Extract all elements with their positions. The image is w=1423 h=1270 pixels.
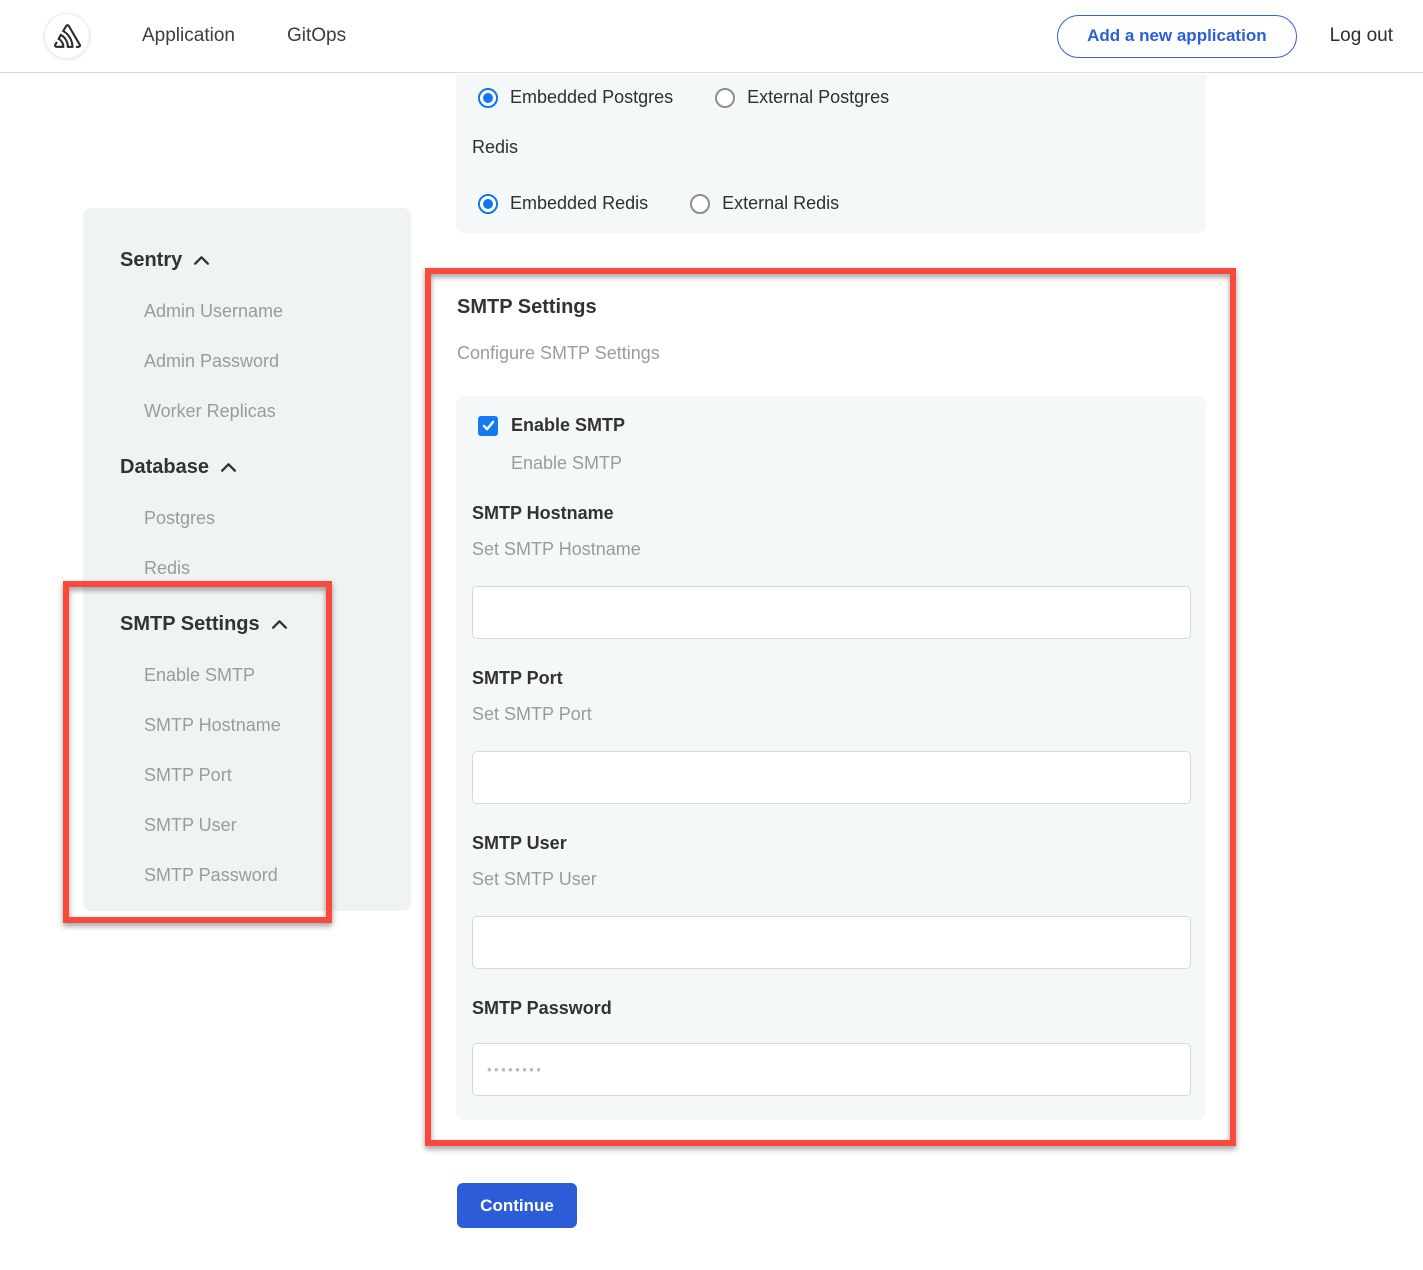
sidebar-group-smtp-settings: SMTP Settings Enable SMTP SMTP Hostname …: [120, 598, 411, 900]
checkmark-icon: [482, 420, 495, 431]
postgres-radio-group: Embedded Postgres External Postgres: [478, 87, 931, 108]
app-logo[interactable]: [44, 13, 90, 59]
database-config-card: Embedded Postgres External Postgres Redi…: [456, 74, 1206, 233]
smtp-user-label: SMTP User: [472, 833, 1191, 854]
smtp-port-input[interactable]: [472, 751, 1191, 804]
chevron-up-icon: [193, 255, 210, 266]
smtp-settings-title: SMTP Settings: [457, 296, 597, 319]
top-nav: Application GitOps: [142, 25, 346, 47]
sidebar-group-header-database[interactable]: Database: [120, 441, 411, 493]
redis-group-label: Redis: [472, 137, 518, 158]
sentry-logo-icon: [54, 24, 81, 48]
sidebar-item-postgres[interactable]: Postgres: [120, 493, 411, 543]
sidebar-group-label: SMTP Settings: [120, 613, 260, 636]
smtp-settings-subtitle: Configure SMTP Settings: [457, 343, 660, 364]
smtp-hostname-label: SMTP Hostname: [472, 503, 1191, 524]
radio-label: External Postgres: [747, 87, 889, 108]
sidebar-item-admin-username[interactable]: Admin Username: [120, 286, 411, 336]
nav-tab-application[interactable]: Application: [142, 25, 235, 47]
radio-selected-icon[interactable]: [478, 88, 498, 108]
radio-selected-icon[interactable]: [478, 194, 498, 214]
checkbox-checked-icon[interactable]: [478, 416, 498, 436]
smtp-user-helper: Set SMTP User: [472, 869, 1191, 890]
radio-embedded-redis[interactable]: Embedded Redis: [478, 193, 648, 214]
sidebar-item-smtp-user[interactable]: SMTP User: [120, 800, 411, 850]
config-sidebar: Sentry Admin Username Admin Password Wor…: [83, 208, 411, 911]
radio-unselected-icon[interactable]: [690, 194, 710, 214]
radio-label: External Redis: [722, 193, 839, 214]
smtp-user-input[interactable]: [472, 916, 1191, 969]
sidebar-group-header-sentry[interactable]: Sentry: [120, 234, 411, 286]
smtp-password-field-group: SMTP Password: [472, 998, 1191, 1096]
radio-label: Embedded Redis: [510, 193, 648, 214]
radio-external-postgres[interactable]: External Postgres: [715, 87, 889, 108]
logout-link[interactable]: Log out: [1330, 25, 1393, 47]
add-new-application-button[interactable]: Add a new application: [1057, 15, 1296, 58]
redis-radio-group: Embedded Redis External Redis: [478, 193, 881, 214]
nav-tab-gitops[interactable]: GitOps: [287, 25, 346, 47]
smtp-port-helper: Set SMTP Port: [472, 704, 1191, 725]
sidebar-item-smtp-port[interactable]: SMTP Port: [120, 750, 411, 800]
sidebar-group-sentry: Sentry Admin Username Admin Password Wor…: [120, 234, 411, 436]
chevron-up-icon: [220, 462, 237, 473]
radio-external-redis[interactable]: External Redis: [690, 193, 839, 214]
smtp-hostname-field-group: SMTP Hostname Set SMTP Hostname: [472, 503, 1191, 639]
radio-unselected-icon[interactable]: [715, 88, 735, 108]
sidebar-group-header-smtp-settings[interactable]: SMTP Settings: [120, 598, 411, 650]
radio-embedded-postgres[interactable]: Embedded Postgres: [478, 87, 673, 108]
radio-label: Embedded Postgres: [510, 87, 673, 108]
page: Application GitOps Add a new application…: [0, 0, 1423, 1270]
sidebar-item-worker-replicas[interactable]: Worker Replicas: [120, 386, 411, 436]
smtp-password-label: SMTP Password: [472, 998, 1191, 1019]
enable-smtp-helper: Enable SMTP: [511, 453, 1191, 474]
sidebar-item-smtp-hostname[interactable]: SMTP Hostname: [120, 700, 411, 750]
sidebar-item-admin-password[interactable]: Admin Password: [120, 336, 411, 386]
sidebar-item-redis[interactable]: Redis: [120, 543, 411, 593]
enable-smtp-label: Enable SMTP: [511, 415, 625, 436]
chevron-up-icon: [271, 619, 288, 630]
sidebar-item-enable-smtp[interactable]: Enable SMTP: [120, 650, 411, 700]
top-navigation-bar: Application GitOps Add a new application…: [0, 0, 1423, 73]
smtp-port-field-group: SMTP Port Set SMTP Port: [472, 668, 1191, 804]
smtp-port-label: SMTP Port: [472, 668, 1191, 689]
sidebar-group-database: Database Postgres Redis: [120, 441, 411, 593]
continue-button[interactable]: Continue: [457, 1183, 577, 1228]
sidebar-group-label: Sentry: [120, 249, 182, 272]
smtp-password-input[interactable]: [472, 1043, 1191, 1096]
smtp-settings-form-card: Enable SMTP Enable SMTP SMTP Hostname Se…: [456, 396, 1206, 1120]
smtp-hostname-input[interactable]: [472, 586, 1191, 639]
smtp-user-field-group: SMTP User Set SMTP User: [472, 833, 1191, 969]
enable-smtp-checkbox-row[interactable]: Enable SMTP: [478, 415, 1191, 436]
sidebar-group-label: Database: [120, 456, 209, 479]
sidebar-item-smtp-password[interactable]: SMTP Password: [120, 850, 411, 900]
smtp-hostname-helper: Set SMTP Hostname: [472, 539, 1191, 560]
